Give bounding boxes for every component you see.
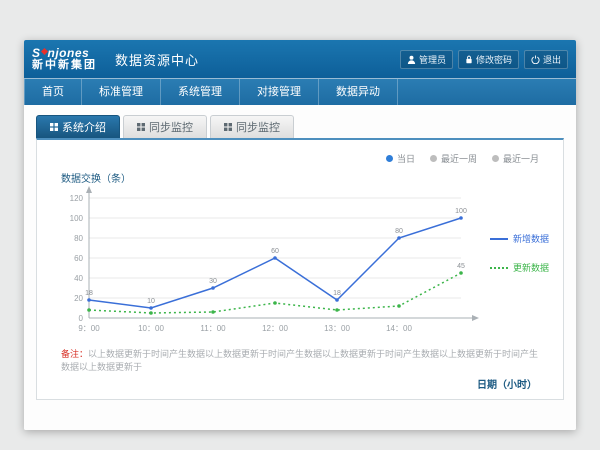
footnote-text: 以上数据更新于时间产生数据以上数据更新于时间产生数据以上数据更新于时间产生数据以… (61, 349, 538, 372)
time-filter-legend: 当日 最近一周 最近一月 (386, 152, 539, 165)
tab-sync-monitor-1[interactable]: 同步监控 (123, 115, 207, 138)
chart-panel: 当日 最近一周 最近一月 数据交换（条） 0 20 40 60 80 100 120 9：00… (36, 138, 564, 400)
series-line-sample (490, 238, 508, 240)
svg-text:30: 30 (209, 278, 217, 285)
x-axis-title: 日期（小时） (477, 376, 537, 391)
app-header: Snjones 新中新集团 数据资源中心 管理员 修改密码 退出 (24, 40, 576, 78)
footnote: 备注：以上数据更新于时间产生数据以上数据更新于时间产生数据以上数据更新于时间产生… (61, 348, 547, 373)
nav-item-home[interactable]: 首页 (24, 79, 82, 105)
svg-text:12：00: 12：00 (262, 324, 288, 333)
filter-dot (492, 155, 499, 162)
nav-item-connect-mgmt[interactable]: 对接管理 (240, 79, 319, 105)
main-nav: 首页 标准管理 系统管理 对接管理 数据异动 (24, 78, 576, 105)
svg-text:20: 20 (74, 294, 83, 303)
svg-text:18: 18 (333, 290, 341, 297)
series-legend: 新增数据 更新数据 (490, 232, 549, 274)
nav-item-standard-mgmt[interactable]: 标准管理 (82, 79, 161, 105)
svg-text:120: 120 (70, 194, 84, 203)
page-title: 数据资源中心 (115, 50, 199, 69)
svg-text:60: 60 (271, 248, 279, 255)
series-label: 更新数据 (513, 261, 549, 274)
y-axis-title: 数据交换（条） (61, 170, 131, 185)
grid-icon (137, 123, 145, 131)
main-content: 系统介绍 同步监控 同步监控 当日 最近一周 (24, 105, 576, 430)
logo-text: Snjones (32, 47, 97, 60)
grid-icon (50, 123, 58, 131)
admin-user-button[interactable]: 管理员 (400, 50, 453, 69)
tab-sync-monitor-2[interactable]: 同步监控 (210, 115, 294, 138)
nav-item-data-change[interactable]: 数据异动 (319, 79, 398, 105)
app-window: Snjones 新中新集团 数据资源中心 管理员 修改密码 退出 首页 标准管理… (24, 40, 576, 430)
grid-icon (224, 123, 232, 131)
lock-icon (465, 55, 473, 64)
svg-text:14：00: 14：00 (386, 324, 412, 333)
svg-text:40: 40 (74, 274, 83, 283)
footnote-label: 备注： (61, 349, 88, 359)
nav-item-system-mgmt[interactable]: 系统管理 (161, 79, 240, 105)
line-chart-svg: 0 20 40 60 80 100 120 9：00 10：00 11：00 12：00 13：00 1… (55, 184, 507, 342)
filter-today[interactable]: 当日 (386, 152, 415, 165)
svg-text:11：00: 11：00 (200, 324, 226, 333)
series-label: 新增数据 (513, 232, 549, 245)
filter-last-week[interactable]: 最近一周 (430, 152, 477, 165)
tab-strip: 系统介绍 同步监控 同步监控 (36, 115, 564, 138)
logout-button[interactable]: 退出 (524, 50, 568, 69)
change-password-button[interactable]: 修改密码 (458, 50, 519, 69)
power-icon (531, 55, 540, 64)
filter-dot (430, 155, 437, 162)
legend-update-data[interactable]: 更新数据 (490, 261, 549, 274)
header-actions: 管理员 修改密码 退出 (400, 50, 568, 69)
legend-new-data[interactable]: 新增数据 (490, 232, 549, 245)
filter-last-month[interactable]: 最近一月 (492, 152, 539, 165)
svg-text:80: 80 (395, 228, 403, 235)
svg-text:10: 10 (147, 298, 155, 305)
svg-text:9：00: 9：00 (78, 324, 100, 333)
svg-text:13：00: 13：00 (324, 324, 350, 333)
logo-star-icon (40, 48, 47, 55)
svg-text:60: 60 (74, 254, 83, 263)
svg-text:100: 100 (455, 208, 467, 215)
filter-dot (386, 155, 393, 162)
series-line-sample (490, 267, 508, 269)
logo-subtext: 新中新集团 (32, 60, 97, 72)
tab-system-intro[interactable]: 系统介绍 (36, 115, 120, 138)
user-icon (407, 55, 416, 64)
line-chart: 0 20 40 60 80 100 120 9：00 10：00 11：00 12：00 13：00 1… (55, 184, 507, 347)
svg-text:100: 100 (70, 214, 84, 223)
svg-text:18: 18 (85, 290, 93, 297)
svg-text:80: 80 (74, 234, 83, 243)
svg-text:45: 45 (457, 263, 465, 270)
svg-text:0: 0 (79, 314, 84, 323)
company-logo: Snjones 新中新集团 (32, 47, 97, 71)
svg-text:10：00: 10：00 (138, 324, 164, 333)
